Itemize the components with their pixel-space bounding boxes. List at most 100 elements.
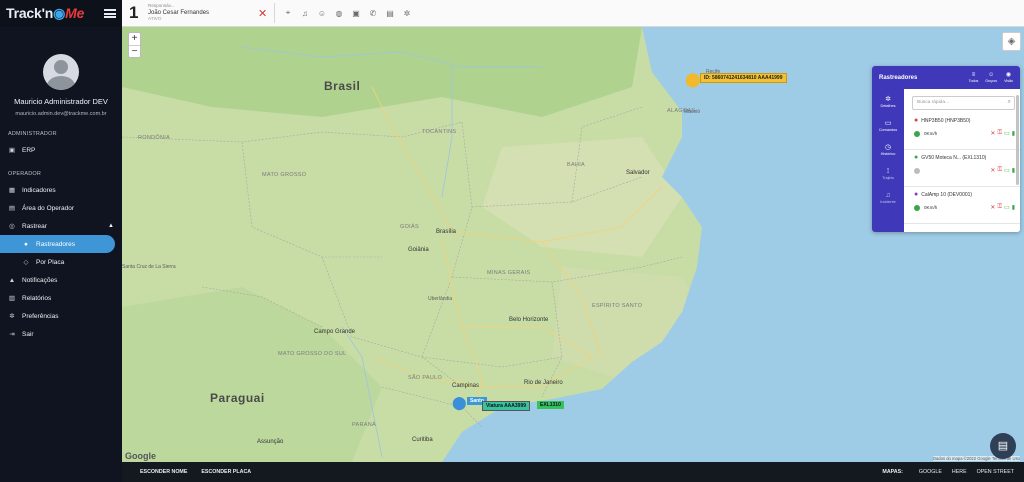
zoom-out-button[interactable]: − [129, 45, 140, 57]
status-dot [914, 130, 920, 137]
logo-text-me: Me [65, 5, 85, 21]
chart-icon: ▦ [8, 187, 16, 194]
tracker-name: CalAmp 10 (DEV0001) [921, 191, 973, 198]
close-icon[interactable]: ✕ [990, 204, 995, 211]
bottom-bar: ESCONDER NOME ESCONDER PLACA MAPAS: GOOG… [122, 462, 1024, 482]
map-pin-icon: ● [914, 154, 919, 161]
globe-icon[interactable]: ◍ [332, 9, 346, 18]
scrollbar[interactable] [1016, 95, 1019, 185]
lock-icon: ▮ [1011, 131, 1015, 137]
sidebar-item-label: Por Placa [36, 258, 65, 266]
list-item[interactable]: ● GV50 Moteca N... (EXL1310) ✕ ⚿ ▭ ▮ [904, 150, 1020, 187]
hide-name-button[interactable]: ESCONDER NOME [140, 469, 187, 475]
tab-label: Comandos [878, 128, 898, 132]
sidebar-item-relatorios[interactable]: ▥ Relatórios [0, 289, 122, 307]
logo: Track'n◉Me [6, 5, 84, 22]
key-icon[interactable]: ⚿ [997, 204, 1002, 211]
route-icon: ⟟ [886, 168, 890, 175]
map-label-uberlandia: Uberlândia [428, 296, 453, 302]
vehicle-label-viatura[interactable]: Viatura AAA3999 [482, 401, 531, 411]
sidebar-item-sair[interactable]: ⇥ Sair [0, 325, 122, 343]
id-card-icon[interactable]: ▣ [349, 9, 363, 18]
tab-detalhes[interactable]: ✲ Detalhes [872, 93, 904, 117]
document-icon[interactable]: ▤ [383, 9, 397, 18]
visao-button[interactable]: ◉ Visão [1004, 72, 1013, 84]
gear-icon: ✲ [885, 96, 891, 103]
location-icon[interactable]: ⌖ [281, 8, 295, 18]
section-operator: OPERADOR [8, 171, 42, 177]
responsible-name: João Cesar Fernandes [148, 10, 210, 16]
battery-icon: ▭ [1004, 131, 1010, 137]
map-pin-icon: ● [914, 117, 919, 124]
map-label-bahia: BAHIA [567, 162, 586, 168]
vehicle-label-alagoas[interactable]: ID: 5860741241634810 AAA41999 [700, 73, 787, 83]
key-icon[interactable]: ⚿ [997, 130, 1002, 137]
bell-icon[interactable]: ♫ [298, 9, 312, 18]
list-item[interactable]: ● HNP3B50 (HNP3B50) 0Km/h ✕ ⚿ ▭ ▮ [904, 113, 1020, 150]
search-placeholder: Busca rápida... [917, 100, 949, 105]
app-root: Track'n◉Me Mauricio Administrador DEV ma… [0, 0, 1024, 482]
panel-title: Rastreadores [879, 74, 918, 81]
sidebar-item-rastreadores[interactable]: ● Rastreadores [0, 235, 115, 253]
quick-search-input[interactable]: Busca rápida... ⌕ [912, 96, 1015, 110]
chevron-up-icon: ▲ [108, 223, 114, 229]
todos-button[interactable]: ≡ Todos [969, 72, 979, 84]
phone-icon[interactable]: ✆ [366, 9, 380, 18]
sidebar-item-area-operador[interactable]: ▤ Área do Operador [0, 199, 122, 217]
sidebar-item-indicadores[interactable]: ▦ Indicadores [0, 181, 122, 199]
gear-icon[interactable]: ✲ [400, 9, 414, 18]
tab-historico[interactable]: ◷ Histórico [872, 141, 904, 165]
map-option-here[interactable]: HERE [952, 469, 967, 475]
vehicle-pin-icon[interactable]: ⬤ [685, 71, 701, 88]
zoom-in-button[interactable]: + [129, 33, 140, 45]
map-label-campinas: Campinas [452, 383, 480, 389]
key-icon[interactable]: ⚿ [997, 167, 1002, 174]
hamburger-icon[interactable] [104, 9, 116, 18]
layers-icon[interactable]: ◈ [1002, 32, 1021, 51]
responsible-info[interactable]: Responsáv... João Cesar Fernandes ATIVO [148, 4, 254, 21]
tab-trajeto[interactable]: ⟟ Trajeto [872, 165, 904, 189]
list-item[interactable]: ● CalAmp 10 (DEV0001) 0Km/h ✕ ⚿ ▭ ▮ [904, 187, 1020, 224]
map-option-osm[interactable]: OPEN STREET [977, 469, 1014, 475]
vehicle-pin-icon[interactable]: ⬤ [452, 395, 467, 411]
report-icon: ▥ [8, 295, 16, 302]
grupos-button[interactable]: ☺ Grupos [985, 72, 997, 84]
operator-icon: ▤ [8, 205, 16, 212]
map-label-paraguai: Paraguai [210, 391, 265, 405]
close-icon[interactable]: ✕ [990, 130, 995, 137]
target-icon: ◎ [9, 223, 15, 230]
map-label-mato-grosso-sul: MATO GROSSO DO SUL [278, 351, 347, 357]
responsible-label: Responsáv... [148, 3, 175, 9]
logo-pin-icon: ◉ [53, 5, 66, 21]
map-label-campo-grande: Campo Grande [314, 329, 356, 335]
user-name: Mauricio Administrador DEV [14, 97, 108, 106]
hide-plate-button[interactable]: ESCONDER PLACA [201, 469, 251, 475]
sidebar-item-por-placa[interactable]: ◇ Por Placa [0, 253, 122, 271]
selection-count: 1 [129, 3, 139, 22]
avatar[interactable] [43, 54, 79, 90]
tab-incidente[interactable]: ♫ Incidente [872, 189, 904, 213]
sidebar-item-erp[interactable]: ▣ ERP [0, 141, 122, 159]
sidebar-item-notificacoes[interactable]: ▲ Notificações [0, 271, 122, 289]
sidebar-item-preferencias[interactable]: ✲ Preferências [0, 307, 122, 325]
plate-icon: ◇ [23, 259, 29, 266]
battery-icon: ▭ [1004, 168, 1010, 174]
bell-icon: ♫ [885, 192, 891, 199]
sidebar: Track'n◉Me Mauricio Administrador DEV ma… [0, 0, 122, 482]
sidebar-item-rastrear[interactable]: ◎ Rastrear ▲ [0, 217, 122, 235]
search-icon[interactable]: ⌕ [1008, 99, 1011, 106]
close-icon[interactable]: ✕ [258, 7, 270, 20]
responsible-status: ATIVO [148, 16, 162, 21]
close-icon[interactable]: ✕ [990, 167, 995, 174]
map-label-mato-grosso: MATO GROSSO [262, 172, 307, 178]
chat-icon[interactable]: ▤ [990, 433, 1016, 459]
map-label-rondonia: RONDÔNIA [138, 135, 171, 141]
tracker-name: HNP3B50 (HNP3B50) [921, 117, 971, 124]
google-logo: Google [125, 451, 156, 461]
map-label-brasilia: Brasília [436, 229, 457, 235]
users-icon[interactable]: ☺ [315, 9, 329, 18]
map-option-google[interactable]: GOOGLE [919, 469, 942, 475]
vehicle-label-exl1310[interactable]: EXL1310 [537, 401, 564, 409]
gear-icon: ✲ [9, 313, 15, 320]
tab-comandos[interactable]: ▭ Comandos [872, 117, 904, 141]
